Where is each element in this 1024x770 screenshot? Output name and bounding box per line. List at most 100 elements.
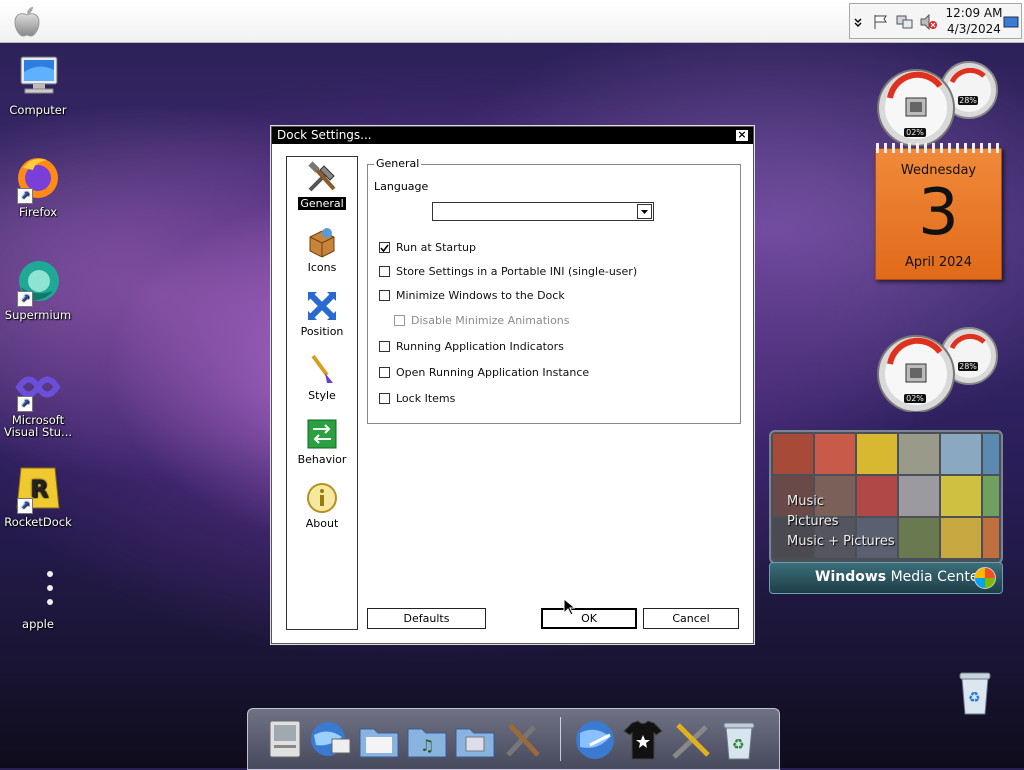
show-desktop-icon[interactable] bbox=[1003, 14, 1019, 30]
desktop-icon-firefox[interactable]: ↗ Firefox bbox=[0, 154, 76, 218]
option-label: Minimize Windows to the Dock bbox=[396, 289, 565, 302]
desktop-icon-rocketdock[interactable]: R ↗ RocketDock bbox=[0, 464, 76, 528]
checkbox[interactable] bbox=[379, 266, 390, 277]
desktop-icon-visual-studio[interactable]: ↗ Microsoft Visual Stu... bbox=[0, 362, 76, 438]
option-label: Disable Minimize Animations bbox=[411, 314, 570, 327]
nav-item-icons[interactable]: Icons bbox=[287, 225, 357, 274]
network-icon[interactable] bbox=[896, 14, 914, 30]
media-menu-music[interactable]: Music bbox=[787, 492, 895, 512]
media-center-gadget[interactable]: Music Pictures Music + Pictures bbox=[769, 430, 1003, 564]
media-tile bbox=[941, 518, 981, 558]
system-tray: 12:09 AM 4/3/2024 bbox=[849, 3, 1022, 39]
option-label: Store Settings in a Portable INI (single… bbox=[396, 265, 638, 278]
dialog-title-bar[interactable]: Dock Settings... × bbox=[272, 127, 753, 144]
settings-nav: General Icons Position Style Behavior Ab… bbox=[286, 156, 358, 630]
nav-item-behavior[interactable]: Behavior bbox=[287, 417, 357, 466]
behavior-arrows-icon bbox=[305, 417, 339, 451]
apple-stack-icon bbox=[13, 566, 63, 616]
recycle-bin-icon[interactable]: ♻ bbox=[716, 717, 762, 763]
nav-label: Position bbox=[300, 325, 344, 338]
checkbox[interactable] bbox=[379, 242, 390, 253]
settings-tools-icon[interactable] bbox=[500, 717, 546, 763]
dropdown-arrow-icon[interactable] bbox=[637, 204, 652, 219]
checkbox[interactable] bbox=[379, 290, 390, 301]
top-menu-bar: 12:09 AM 4/3/2024 bbox=[0, 0, 1024, 43]
nav-item-style[interactable]: Style bbox=[287, 353, 357, 402]
nav-label: Icons bbox=[307, 261, 337, 274]
checkbox[interactable] bbox=[379, 393, 390, 404]
calendar-gadget[interactable]: Wednesday 3 April 2024 bbox=[875, 143, 1002, 280]
desktop-icon-supermium[interactable]: ↗ Supermium bbox=[0, 257, 76, 321]
media-menu-music-pictures[interactable]: Music + Pictures bbox=[787, 532, 895, 552]
clock-date[interactable]: 4/3/2024 bbox=[945, 22, 1003, 36]
nav-label: About bbox=[305, 517, 339, 530]
media-tile bbox=[983, 518, 999, 558]
checkbox bbox=[394, 315, 405, 326]
folder-music-icon[interactable]: ♫ bbox=[404, 717, 450, 763]
nav-label: General bbox=[298, 197, 346, 210]
desktop-icon-label: Computer bbox=[9, 103, 67, 117]
option-label: Lock Items bbox=[396, 392, 456, 405]
media-tile bbox=[941, 434, 981, 474]
folder-documents-icon[interactable] bbox=[356, 717, 402, 763]
tshirt-icon[interactable] bbox=[620, 717, 666, 763]
recycle-bin-desktop-icon[interactable]: ♻ bbox=[950, 668, 1000, 718]
svg-text:♫: ♫ bbox=[420, 736, 434, 755]
option-label: Run at Startup bbox=[396, 241, 476, 254]
group-title: General bbox=[374, 157, 422, 170]
media-tile bbox=[815, 434, 855, 474]
rocketdock-icon: R ↗ bbox=[13, 464, 63, 514]
nav-item-position[interactable]: Position bbox=[287, 289, 357, 338]
browser-globe-icon[interactable] bbox=[572, 717, 618, 763]
meter-gadget[interactable]: 02% 28% bbox=[872, 320, 1002, 413]
media-tile bbox=[983, 476, 999, 516]
package-icon bbox=[305, 225, 339, 259]
media-tile bbox=[899, 434, 939, 474]
language-label: Language bbox=[374, 180, 429, 193]
cpu-readout: 02% bbox=[904, 128, 926, 137]
apple-menu-icon[interactable] bbox=[12, 5, 42, 37]
dock-settings-dialog: Dock Settings... × General Icons Positio… bbox=[271, 126, 754, 644]
meter-gadget[interactable]: 02% 28% bbox=[872, 54, 1002, 147]
flag-icon[interactable] bbox=[872, 14, 890, 30]
clock-time[interactable]: 12:09 AM bbox=[945, 6, 1003, 20]
svg-text:♻: ♻ bbox=[968, 690, 981, 706]
desktop-icon-computer[interactable]: Computer bbox=[0, 52, 76, 116]
language-select[interactable] bbox=[432, 202, 654, 221]
firefox-icon: ↗ bbox=[13, 154, 63, 204]
nav-label: Behavior bbox=[297, 453, 347, 466]
ram-readout: 28% bbox=[958, 96, 978, 105]
svg-text:♻: ♻ bbox=[732, 737, 745, 753]
folder-pictures-icon[interactable] bbox=[452, 717, 498, 763]
desktop-icon-label: Microsoft Visual Stu... bbox=[3, 413, 73, 439]
desktop-icon-apple[interactable]: apple bbox=[0, 566, 76, 630]
desktop-icon-label: Supermium bbox=[4, 308, 72, 322]
checkbox[interactable] bbox=[379, 341, 390, 352]
supermium-icon: ↗ bbox=[13, 257, 63, 307]
media-center-bar[interactable]: Windows Media Center bbox=[769, 562, 1003, 594]
desktop-icon-label: Firefox bbox=[18, 205, 58, 219]
dialog-title: Dock Settings... bbox=[277, 128, 372, 142]
rocketdock-settings-icon[interactable] bbox=[668, 717, 714, 763]
ok-button[interactable]: OK bbox=[541, 608, 637, 629]
nav-item-general[interactable]: General bbox=[287, 161, 357, 210]
media-tile bbox=[899, 476, 939, 516]
defaults-button[interactable]: Defaults bbox=[367, 608, 486, 629]
mouse-cursor-icon bbox=[563, 597, 577, 619]
chevron-down-icon[interactable] bbox=[852, 14, 864, 30]
nav-label: Style bbox=[308, 389, 336, 402]
desktop-icon-label: apple bbox=[22, 617, 54, 631]
media-center-brand: Windows Media Center bbox=[815, 569, 985, 585]
ram-readout: 28% bbox=[958, 362, 978, 371]
tools-icon bbox=[305, 161, 339, 195]
close-button[interactable]: × bbox=[735, 129, 749, 142]
network-globe-icon[interactable] bbox=[308, 717, 354, 763]
media-menu-pictures[interactable]: Pictures bbox=[787, 512, 895, 532]
shortcut-arrow-icon: ↗ bbox=[17, 291, 33, 307]
nav-item-about[interactable]: About bbox=[287, 481, 357, 530]
checkbox[interactable] bbox=[379, 367, 390, 378]
volume-muted-icon[interactable] bbox=[920, 13, 938, 31]
media-tile bbox=[773, 434, 813, 474]
cancel-button[interactable]: Cancel bbox=[643, 608, 739, 629]
finder-icon[interactable] bbox=[262, 717, 308, 763]
